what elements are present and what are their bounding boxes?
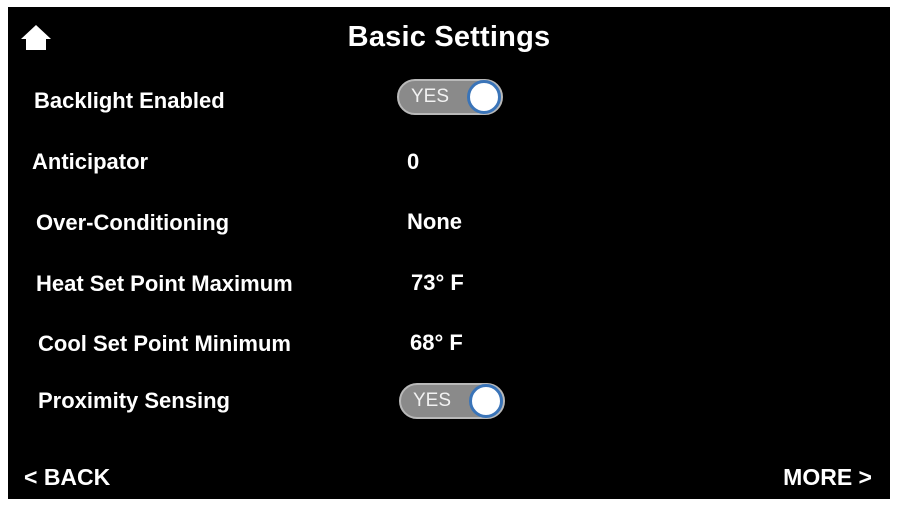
proximity-sensing-label: Proximity Sensing	[38, 388, 230, 413]
back-button[interactable]: < BACK	[24, 464, 110, 491]
over-conditioning-value[interactable]: None	[407, 209, 462, 235]
backlight-enabled-toggle[interactable]: YES	[397, 79, 503, 115]
over-conditioning-label: Over-Conditioning	[36, 210, 230, 235]
heat-set-point-maximum-label: Heat Set Point Maximum	[36, 271, 293, 296]
heat-set-point-maximum-value[interactable]: 73° F	[411, 270, 464, 296]
settings-screen: Basic Settings Backlight Enabled YES Ant…	[8, 7, 890, 499]
cool-set-point-minimum-value[interactable]: 68° F	[410, 330, 463, 356]
backlight-enabled-label: Backlight Enabled	[34, 88, 225, 113]
cool-set-point-minimum-label: Cool Set Point Minimum	[38, 331, 291, 356]
page-title: Basic Settings	[347, 21, 551, 53]
more-button[interactable]: MORE >	[783, 464, 872, 491]
proximity-sensing-toggle[interactable]: YES	[399, 383, 505, 419]
anticipator-label: Anticipator	[32, 149, 149, 174]
toggle-state-text: YES	[413, 390, 452, 411]
toggle-knob	[467, 80, 501, 114]
toggle-knob	[469, 384, 503, 418]
anticipator-value[interactable]: 0	[407, 149, 419, 175]
toggle-state-text: YES	[411, 86, 450, 107]
